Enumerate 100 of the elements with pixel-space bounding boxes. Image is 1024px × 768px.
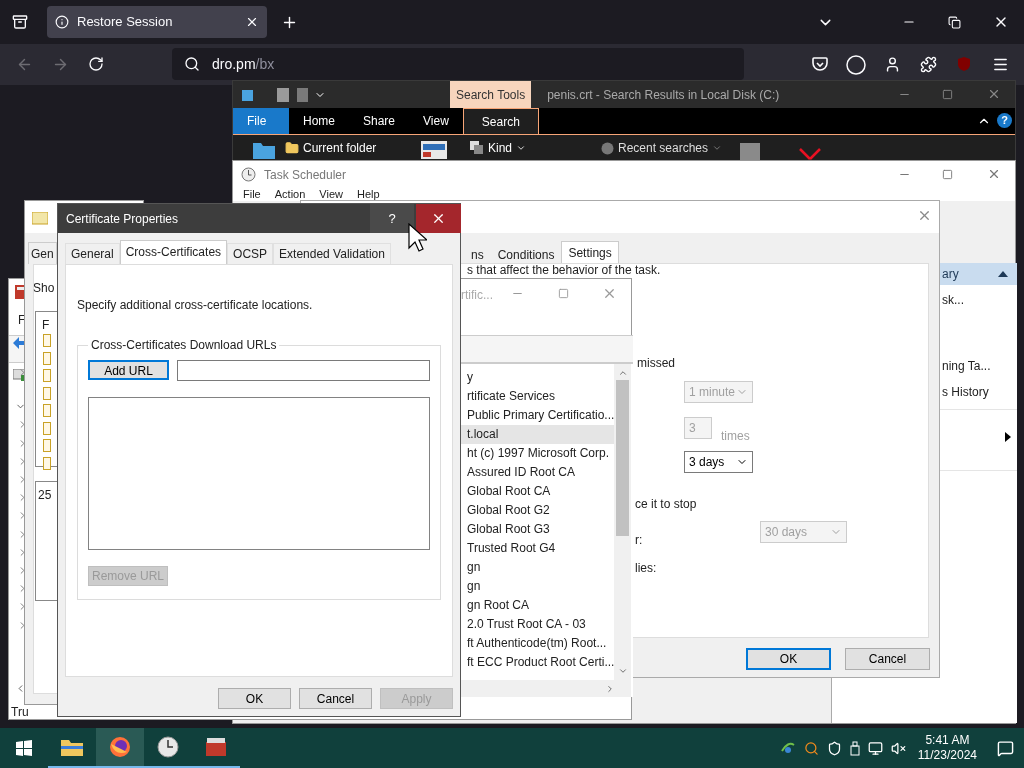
close-search-icon[interactable] bbox=[798, 147, 822, 161]
tab[interactable]: Conditions bbox=[490, 244, 562, 265]
network-icon[interactable] bbox=[867, 740, 883, 756]
clock-time[interactable]: 5:41 AM bbox=[925, 733, 970, 748]
dropdown[interactable]: 3 days bbox=[684, 451, 753, 473]
checkbox-icon[interactable] bbox=[43, 456, 51, 470]
checkbox-icon[interactable] bbox=[43, 404, 51, 417]
tab[interactable]: ns bbox=[464, 244, 491, 265]
window-title: Task Scheduler bbox=[264, 166, 347, 184]
scroll-up-icon[interactable] bbox=[618, 368, 628, 378]
extensions-icon[interactable] bbox=[920, 56, 937, 73]
fox-icon bbox=[109, 736, 131, 758]
pocket-icon[interactable] bbox=[812, 57, 828, 72]
toolbox-icon bbox=[205, 737, 227, 757]
url-input[interactable] bbox=[177, 360, 430, 381]
help-icon[interactable]: ? bbox=[997, 113, 1012, 128]
new-tab-icon[interactable] bbox=[281, 14, 298, 31]
label-text: ce it to stop bbox=[635, 496, 697, 513]
tab[interactable]: General bbox=[65, 243, 120, 264]
ribbon-tab[interactable]: View bbox=[409, 108, 463, 134]
vertical-scrollbar[interactable] bbox=[614, 364, 631, 680]
clock-icon bbox=[601, 141, 614, 155]
field-value: 25 bbox=[38, 487, 52, 504]
folder-icon bbox=[285, 141, 299, 155]
cancel-button[interactable]: Cancel bbox=[299, 688, 372, 709]
checkbox-icon[interactable] bbox=[43, 351, 51, 365]
ribbon-item[interactable]: Recent searches bbox=[618, 139, 709, 157]
label-text: r: bbox=[635, 532, 643, 549]
ribbon-tab[interactable]: File bbox=[233, 108, 289, 134]
menu-icon[interactable] bbox=[992, 56, 1009, 73]
url-text: dro.pm/bx bbox=[212, 54, 275, 74]
tab[interactable]: OCSP bbox=[227, 243, 274, 264]
ribbon-tab[interactable]: Home bbox=[289, 108, 349, 134]
submenu-arrow-icon[interactable] bbox=[1005, 432, 1011, 442]
back-icon[interactable] bbox=[16, 56, 33, 73]
info-icon bbox=[55, 15, 69, 29]
menu-item[interactable]: View bbox=[319, 188, 343, 201]
account-icon[interactable] bbox=[884, 56, 901, 73]
tab-title: Restore Session bbox=[77, 13, 174, 32]
tab[interactable]: Settings bbox=[561, 241, 619, 265]
close-tab-icon[interactable] bbox=[245, 15, 259, 29]
unit-text: times bbox=[721, 428, 750, 445]
tab-list-icon[interactable] bbox=[12, 14, 28, 30]
network-globe-icon[interactable] bbox=[779, 741, 796, 755]
scrollbar-thumb[interactable] bbox=[616, 380, 629, 536]
tab[interactable]: Extended Validation bbox=[273, 243, 391, 264]
ribbon-tab[interactable]: Share bbox=[349, 108, 410, 134]
certificate-icon bbox=[32, 212, 48, 226]
caret-icon bbox=[712, 143, 723, 153]
usb-drive-icon[interactable] bbox=[849, 740, 860, 756]
taskbar-app[interactable] bbox=[96, 728, 144, 768]
group-label: Cross-Certificates Download URLs bbox=[90, 337, 278, 354]
ok-button[interactable]: OK bbox=[746, 648, 831, 670]
windows-start-icon[interactable] bbox=[16, 740, 32, 756]
window-title: Certificate Properties bbox=[66, 210, 179, 228]
document-icon[interactable] bbox=[297, 87, 308, 102]
mouse-cursor-icon bbox=[408, 223, 427, 253]
maximize-icon[interactable] bbox=[558, 288, 569, 299]
checkbox-icon[interactable] bbox=[43, 334, 51, 347]
cancel-button[interactable]: Cancel bbox=[845, 648, 930, 670]
search-icon bbox=[184, 56, 200, 72]
checkbox-icon[interactable] bbox=[43, 439, 51, 452]
label-text: lies: bbox=[635, 560, 657, 577]
help-button[interactable]: ? bbox=[370, 204, 414, 233]
search-icon[interactable] bbox=[803, 740, 819, 756]
ribbon-tab[interactable]: Search bbox=[462, 108, 539, 134]
description-text: Specify additional cross-certificate locations. bbox=[77, 297, 314, 314]
menu-item[interactable]: File bbox=[243, 188, 261, 201]
caret-icon bbox=[516, 143, 527, 153]
forward-icon[interactable] bbox=[52, 56, 69, 73]
shield-icon[interactable] bbox=[826, 740, 842, 756]
ok-button[interactable]: OK bbox=[218, 688, 291, 709]
properties-icon[interactable] bbox=[277, 87, 289, 102]
checkbox-icon[interactable] bbox=[43, 369, 51, 382]
restore-icon[interactable] bbox=[948, 16, 961, 29]
maximize-icon[interactable] bbox=[942, 89, 953, 100]
close-button[interactable] bbox=[416, 204, 461, 233]
menu-item[interactable]: Help bbox=[356, 188, 380, 201]
collapse-icon[interactable] bbox=[998, 271, 1008, 277]
maximize-icon[interactable] bbox=[942, 169, 953, 180]
add-url-button[interactable]: Add URL bbox=[88, 360, 169, 380]
reload-icon[interactable] bbox=[88, 56, 104, 72]
label-text: missed bbox=[637, 355, 675, 372]
tab[interactable]: Cross-Certificates bbox=[119, 240, 228, 264]
clock-date[interactable]: 11/23/2024 bbox=[917, 748, 977, 763]
ribbon-item[interactable]: Kind bbox=[488, 139, 513, 157]
checkbox-icon[interactable] bbox=[43, 421, 51, 435]
scroll-right-icon[interactable] bbox=[605, 684, 615, 694]
scroll-down-icon[interactable] bbox=[618, 666, 628, 676]
menu-item[interactable]: Action bbox=[274, 188, 306, 201]
notifications-icon[interactable] bbox=[997, 739, 1014, 757]
address-bar[interactable]: dro.pm/bx bbox=[172, 48, 744, 80]
file-icon bbox=[740, 143, 760, 161]
folder-icon bbox=[61, 738, 83, 756]
speaker-muted-icon[interactable] bbox=[890, 740, 906, 756]
checkbox-icon[interactable] bbox=[43, 386, 51, 400]
ribbon-item[interactable]: Current folder bbox=[303, 139, 377, 157]
context-tab-header: Search Tools bbox=[450, 81, 532, 108]
browser-tab[interactable]: Restore Session bbox=[47, 6, 267, 38]
description-text: s that affect the behavior of the task. bbox=[467, 263, 661, 277]
